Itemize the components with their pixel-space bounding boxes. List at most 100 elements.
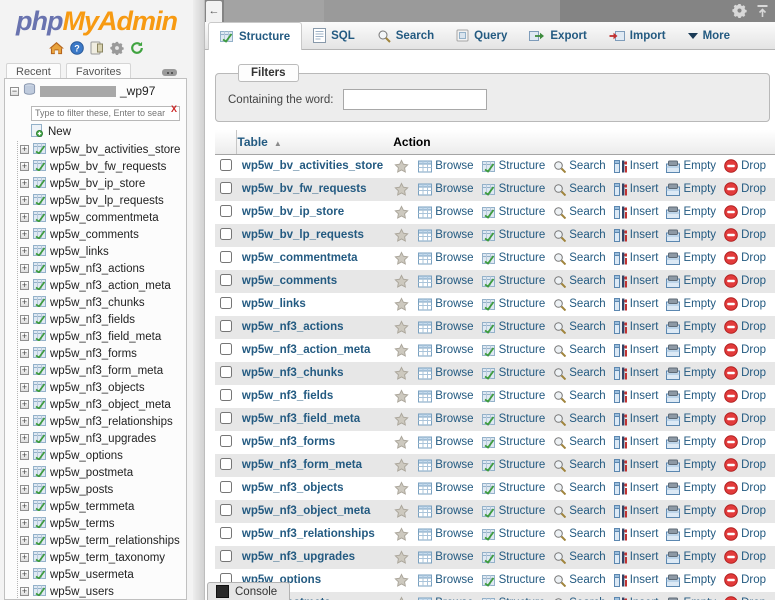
sidebar-table-item[interactable]: + wp5w_users	[18, 583, 186, 600]
expand-plus-icon[interactable]: +	[20, 298, 29, 307]
empty-action[interactable]: Empty	[666, 160, 716, 173]
database-node[interactable]: − _wp97	[5, 79, 186, 102]
empty-action[interactable]: Empty	[666, 183, 716, 196]
empty-action[interactable]: Empty	[666, 459, 716, 472]
scroll-top-icon[interactable]	[756, 4, 769, 23]
favorite-star-icon[interactable]	[394, 435, 409, 450]
insert-action[interactable]: Insert	[614, 459, 659, 472]
favorite-star-icon[interactable]	[394, 573, 409, 588]
expand-plus-icon[interactable]: +	[20, 502, 29, 511]
search-action[interactable]: Search	[553, 160, 605, 173]
drop-action[interactable]: Drop	[724, 527, 766, 541]
row-checkbox[interactable]	[220, 320, 232, 332]
nav-scroll-handle[interactable]	[162, 69, 177, 76]
browse-action[interactable]: Browse	[418, 321, 473, 334]
drop-action[interactable]: Drop	[724, 320, 766, 334]
table-name-link[interactable]: wp5w_nf3_object_meta	[242, 505, 370, 517]
favorite-star-icon[interactable]	[394, 596, 409, 600]
containing-word-input[interactable]	[343, 89, 487, 110]
row-checkbox[interactable]	[220, 159, 232, 171]
sidebar-table-item[interactable]: + wp5w_nf3_actions	[18, 260, 186, 277]
expand-plus-icon[interactable]: +	[20, 145, 29, 154]
search-action[interactable]: Search	[553, 459, 605, 472]
tab-sql[interactable]: SQL	[302, 22, 366, 49]
drop-action[interactable]: Drop	[724, 504, 766, 518]
sidebar-table-item[interactable]: + wp5w_nf3_fields	[18, 311, 186, 328]
empty-action[interactable]: Empty	[666, 505, 716, 518]
favorite-star-icon[interactable]	[394, 389, 409, 404]
sidebar-table-item[interactable]: + wp5w_nf3_upgrades	[18, 430, 186, 447]
table-name-link[interactable]: wp5w_nf3_objects	[242, 482, 344, 494]
empty-action[interactable]: Empty	[666, 551, 716, 564]
drop-action[interactable]: Drop	[724, 573, 766, 587]
row-checkbox[interactable]	[220, 228, 232, 240]
structure-action[interactable]: Structure	[482, 298, 546, 311]
structure-action[interactable]: Structure	[482, 528, 546, 541]
favorite-star-icon[interactable]	[394, 159, 409, 174]
row-checkbox[interactable]	[220, 527, 232, 539]
favorite-star-icon[interactable]	[394, 481, 409, 496]
browse-action[interactable]: Browse	[418, 597, 473, 600]
structure-action[interactable]: Structure	[482, 505, 546, 518]
expand-plus-icon[interactable]: +	[20, 570, 29, 579]
page-settings-gear-icon[interactable]	[732, 3, 747, 23]
console-button[interactable]: Console	[207, 582, 290, 600]
sidebar-table-item[interactable]: + wp5w_links	[18, 243, 186, 260]
expand-plus-icon[interactable]: +	[20, 315, 29, 324]
structure-action[interactable]: Structure	[482, 482, 546, 495]
structure-action[interactable]: Structure	[482, 160, 546, 173]
structure-action[interactable]: Structure	[482, 551, 546, 564]
expand-plus-icon[interactable]: +	[20, 332, 29, 341]
empty-action[interactable]: Empty	[666, 367, 716, 380]
browse-action[interactable]: Browse	[418, 160, 473, 173]
browse-action[interactable]: Browse	[418, 206, 473, 219]
help-icon[interactable]: ?	[70, 41, 84, 55]
structure-action[interactable]: Structure	[482, 367, 546, 380]
favorite-star-icon[interactable]	[394, 366, 409, 381]
structure-action[interactable]: Structure	[482, 252, 546, 265]
expand-plus-icon[interactable]: +	[20, 553, 29, 562]
search-action[interactable]: Search	[553, 528, 605, 541]
insert-action[interactable]: Insert	[614, 436, 659, 449]
favorite-star-icon[interactable]	[394, 228, 409, 243]
structure-action[interactable]: Structure	[482, 275, 546, 288]
browse-action[interactable]: Browse	[418, 252, 473, 265]
expand-plus-icon[interactable]: +	[20, 519, 29, 528]
table-name-link[interactable]: wp5w_nf3_upgrades	[242, 551, 355, 563]
row-checkbox[interactable]	[220, 504, 232, 516]
expand-plus-icon[interactable]: +	[20, 264, 29, 273]
empty-action[interactable]: Empty	[666, 275, 716, 288]
search-action[interactable]: Search	[553, 505, 605, 518]
insert-action[interactable]: Insert	[614, 574, 659, 587]
drop-action[interactable]: Drop	[724, 366, 766, 380]
table-name-link[interactable]: wp5w_nf3_forms	[242, 436, 335, 448]
browse-action[interactable]: Browse	[418, 390, 473, 403]
sidebar-table-item[interactable]: + wp5w_nf3_form_meta	[18, 362, 186, 379]
sidebar-table-item[interactable]: + wp5w_nf3_objects	[18, 379, 186, 396]
empty-action[interactable]: Empty	[666, 344, 716, 357]
table-name-link[interactable]: wp5w_commentmeta	[242, 252, 358, 264]
browse-action[interactable]: Browse	[418, 344, 473, 357]
table-name-link[interactable]: wp5w_nf3_actions	[242, 321, 344, 333]
table-name-link[interactable]: wp5w_nf3_form_meta	[242, 459, 362, 471]
expand-plus-icon[interactable]: +	[20, 468, 29, 477]
table-name-link[interactable]: wp5w_nf3_relationships	[242, 528, 375, 540]
sidebar-table-item[interactable]: + wp5w_nf3_chunks	[18, 294, 186, 311]
empty-action[interactable]: Empty	[666, 436, 716, 449]
tab-import[interactable]: Import	[598, 22, 677, 49]
expand-plus-icon[interactable]: +	[20, 281, 29, 290]
drop-action[interactable]: Drop	[724, 251, 766, 265]
refresh-icon[interactable]	[130, 41, 144, 55]
expand-plus-icon[interactable]: +	[20, 434, 29, 443]
expand-plus-icon[interactable]: +	[20, 485, 29, 494]
drop-action[interactable]: Drop	[724, 297, 766, 311]
search-action[interactable]: Search	[553, 229, 605, 242]
browse-action[interactable]: Browse	[418, 229, 473, 242]
insert-action[interactable]: Insert	[614, 321, 659, 334]
expand-plus-icon[interactable]: +	[20, 230, 29, 239]
sidebar-table-item[interactable]: + wp5w_nf3_object_meta	[18, 396, 186, 413]
drop-action[interactable]: Drop	[724, 343, 766, 357]
empty-action[interactable]: Empty	[666, 597, 716, 600]
structure-action[interactable]: Structure	[482, 459, 546, 472]
row-checkbox[interactable]	[220, 458, 232, 470]
